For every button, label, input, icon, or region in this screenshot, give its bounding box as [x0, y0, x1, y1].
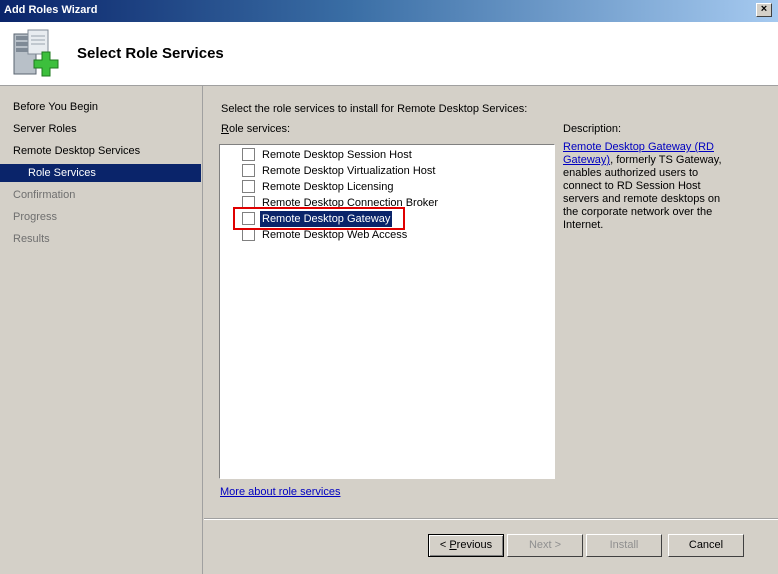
page-title: Select Role Services: [77, 45, 224, 62]
service-checkbox[interactable]: [242, 228, 255, 241]
nav-item-results: Results: [13, 233, 50, 245]
service-checkbox[interactable]: [242, 180, 255, 193]
nav-item-before-you-begin[interactable]: Before You Begin: [13, 98, 198, 116]
role-services-label: Role services:: [221, 123, 290, 135]
server-add-icon: [10, 28, 60, 80]
button-separator: [204, 518, 778, 520]
nav-item-role-services[interactable]: Role Services: [0, 164, 201, 182]
window-title: Add Roles Wizard: [4, 4, 98, 16]
main-content: Select the role services to install for …: [204, 86, 778, 518]
description-text: Remote Desktop Gateway (RD Gateway), for…: [563, 141, 738, 232]
role-services-label-text: ole services:: [228, 123, 291, 135]
nav-item-confirmation: Confirmation: [13, 189, 76, 201]
wizard-nav: Before You Begin Server Roles Remote Des…: [0, 86, 203, 574]
service-label: Remote Desktop Connection Broker: [262, 197, 439, 209]
previous-accesskey: P: [449, 539, 457, 551]
nav-item-server-roles[interactable]: Server Roles: [13, 120, 198, 138]
instruction-text: Select the role services to install for …: [221, 103, 528, 115]
more-about-role-services-link[interactable]: More about role services: [220, 486, 340, 498]
service-label: Remote Desktop Gateway: [260, 211, 393, 227]
install-button[interactable]: Install: [586, 534, 662, 557]
service-label: Remote Desktop Session Host: [262, 149, 412, 161]
service-label: Remote Desktop Licensing: [262, 181, 394, 193]
role-services-list[interactable]: Remote Desktop Session Host Remote Deskt…: [219, 144, 555, 479]
service-checkbox[interactable]: [242, 148, 255, 161]
service-label: Remote Desktop Virtualization Host: [262, 165, 436, 177]
nav-item-remote-desktop-services[interactable]: Remote Desktop Services: [13, 142, 198, 160]
wizard-header: Select Role Services: [0, 22, 778, 86]
nav-item-progress: Progress: [13, 211, 58, 223]
service-checkbox[interactable]: [242, 164, 255, 177]
service-label: Remote Desktop Web Access: [262, 229, 408, 241]
role-services-label-accesskey: R: [221, 123, 229, 135]
previous-prefix: <: [439, 539, 450, 551]
service-checkbox[interactable]: [242, 196, 255, 209]
title-bar: Add Roles Wizard ×: [0, 0, 778, 22]
previous-rest: revious: [456, 539, 493, 551]
description-label: Description:: [563, 123, 622, 135]
next-button[interactable]: Next >: [507, 534, 583, 557]
close-button[interactable]: ×: [756, 3, 772, 17]
service-checkbox[interactable]: [242, 212, 255, 225]
cancel-button[interactable]: Cancel: [668, 534, 744, 557]
previous-button[interactable]: < Previous: [428, 534, 504, 557]
